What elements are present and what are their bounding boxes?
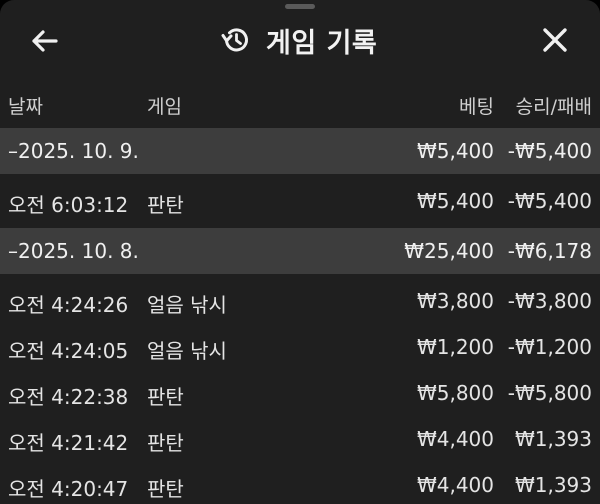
date-group-row[interactable]: –2025. 10. 9. ₩5,400 -₩5,400 bbox=[0, 128, 600, 174]
history-row[interactable]: 오전 6:03:12 판탄 ₩5,400 -₩5,400 bbox=[0, 178, 600, 224]
row-bet: ₩5,400 bbox=[416, 139, 494, 163]
row-date: –2025. 10. 8. bbox=[8, 239, 139, 263]
row-game: 판탄 bbox=[147, 193, 184, 217]
row-result: ₩1,393 bbox=[514, 427, 592, 451]
row-bet: ₩4,400 bbox=[416, 473, 494, 497]
row-date: –2025. 10. 9. bbox=[8, 139, 139, 163]
row-result: -₩5,400 bbox=[507, 189, 592, 213]
title-group: 게임 기록 bbox=[220, 22, 378, 59]
history-row[interactable]: 오전 4:24:05 얼음 낚시 ₩1,200 -₩1,200 bbox=[0, 324, 600, 370]
row-time: 오전 6:03:12 bbox=[8, 193, 129, 217]
row-game: 판탄 bbox=[147, 385, 184, 409]
row-bet: ₩4,400 bbox=[416, 427, 494, 451]
history-row[interactable]: 오전 4:22:38 판탄 ₩5,800 -₩5,800 bbox=[0, 370, 600, 416]
row-result: -₩5,800 bbox=[507, 381, 592, 405]
row-time: 오전 4:22:38 bbox=[8, 385, 129, 409]
row-result: -₩1,200 bbox=[507, 335, 592, 359]
history-icon bbox=[221, 28, 248, 52]
date-group-row[interactable]: –2025. 10. 8. ₩25,400 -₩6,178 bbox=[0, 228, 600, 274]
column-date: 날짜 bbox=[8, 96, 43, 118]
row-game: 판탄 bbox=[147, 431, 184, 455]
column-bet: 베팅 bbox=[459, 96, 494, 118]
arrow-left-icon bbox=[32, 30, 58, 52]
row-game: 얼음 낚시 bbox=[147, 339, 227, 363]
close-icon bbox=[543, 28, 567, 52]
back-button[interactable] bbox=[28, 24, 62, 58]
row-bet: ₩5,800 bbox=[416, 381, 494, 405]
row-time: 오전 4:21:42 bbox=[8, 431, 129, 455]
row-result: ₩1,393 bbox=[514, 473, 592, 497]
row-time: 오전 4:20:47 bbox=[8, 477, 129, 501]
history-row[interactable]: 오전 4:21:42 판탄 ₩4,400 ₩1,393 bbox=[0, 416, 600, 462]
row-game: 얼음 낚시 bbox=[147, 293, 227, 317]
game-history-sheet: 게임 기록 날짜 게임 베팅 승리/패배 –2025. 10. 9. ₩5,40… bbox=[0, 0, 600, 504]
row-bet: ₩25,400 bbox=[404, 239, 494, 263]
row-result: -₩3,800 bbox=[507, 289, 592, 313]
row-result: -₩5,400 bbox=[507, 139, 592, 163]
row-bet: ₩1,200 bbox=[416, 335, 494, 359]
history-row[interactable]: 오전 4:24:26 얼음 낚시 ₩3,800 -₩3,800 bbox=[0, 278, 600, 324]
page-title: 게임 기록 bbox=[266, 27, 378, 59]
row-bet: ₩3,800 bbox=[416, 289, 494, 313]
history-row[interactable]: 오전 4:20:47 판탄 ₩4,400 ₩1,393 bbox=[0, 462, 600, 504]
row-game: 판탄 bbox=[147, 477, 184, 501]
column-result: 승리/패배 bbox=[515, 96, 592, 118]
row-bet: ₩5,400 bbox=[416, 189, 494, 213]
header: 게임 기록 bbox=[0, 10, 600, 70]
row-result: -₩6,178 bbox=[507, 239, 592, 263]
row-time: 오전 4:24:26 bbox=[8, 293, 129, 317]
close-button[interactable] bbox=[538, 23, 572, 57]
row-time: 오전 4:24:05 bbox=[8, 339, 129, 363]
column-header: 날짜 게임 베팅 승리/패배 bbox=[0, 82, 600, 126]
sheet-grabber[interactable] bbox=[285, 4, 315, 9]
column-game: 게임 bbox=[147, 96, 182, 118]
